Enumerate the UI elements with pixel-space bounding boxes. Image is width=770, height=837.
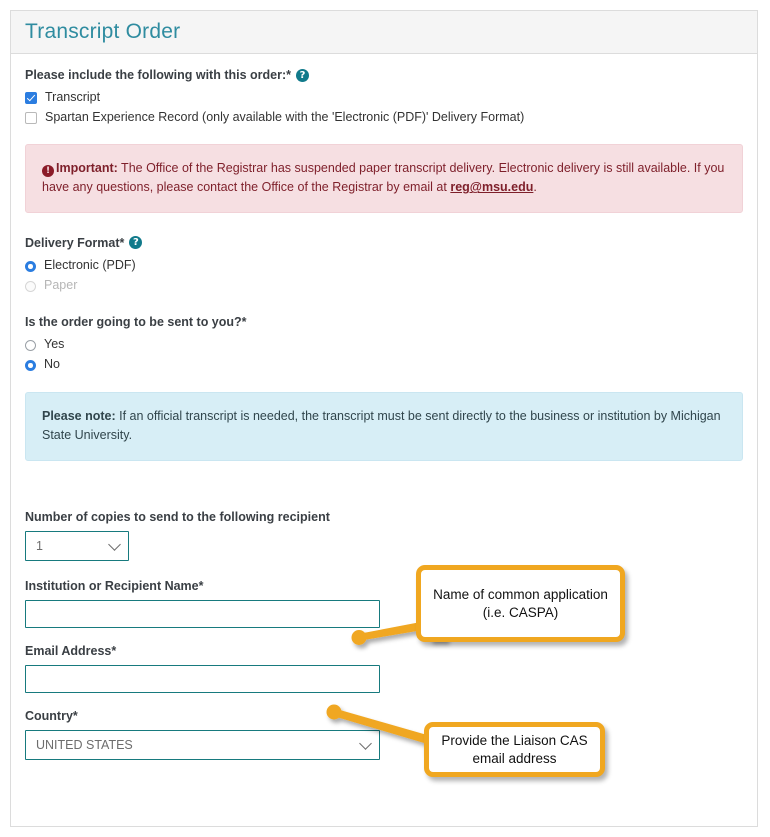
alert-please-note-strong: Please note: [42, 408, 116, 423]
radio-no-label: No [44, 356, 60, 371]
email-input[interactable] [25, 664, 380, 693]
radio-paper-label: Paper [44, 277, 78, 292]
chevron-down-icon-country [359, 736, 372, 750]
delivery-format-label: Delivery Format* ? [25, 236, 743, 250]
panel-body: Please include the following with this o… [11, 54, 757, 760]
alert-important: ! Important: The Office of the Registrar … [25, 144, 743, 213]
include-section-label-text: Please include the following with this o… [25, 68, 292, 82]
sent-to-you-label-text: Is the order going to be sent to you?* [25, 314, 247, 329]
country-label: Country* [25, 708, 78, 723]
country-select[interactable]: UNITED STATES [25, 729, 380, 760]
institution-input[interactable] [25, 599, 380, 628]
radio-no[interactable] [25, 359, 36, 371]
institution-label: Institution or Recipient Name* [25, 578, 204, 593]
sent-to-you-label: Is the order going to be sent to you?* [25, 315, 743, 329]
alert-important-text-before: The Office of the Registrar has suspende… [42, 161, 725, 195]
radio-electronic-pdf-label: Electronic (PDF) [44, 257, 136, 272]
alert-important-text-after: . [533, 180, 537, 195]
callout-institution-text: Name of common application (i.e. CASPA) [433, 586, 608, 620]
checkbox-transcript[interactable] [25, 92, 37, 104]
copies-label: Number of copies to send to the followin… [25, 509, 330, 524]
callout-email: Provide the Liaison CAS email address [424, 722, 605, 777]
checkbox-spartan-experience-record-label: Spartan Experience Record (only availabl… [45, 110, 525, 124]
radio-yes[interactable] [25, 339, 36, 351]
copies-select[interactable]: 1 [25, 530, 129, 561]
page-title: Transcript Order [25, 20, 181, 43]
checkbox-transcript-label: Transcript [45, 90, 101, 104]
alert-important-strong: Important: [56, 161, 118, 175]
include-section-label: Please include the following with this o… [25, 68, 743, 82]
checkbox-row-spartan-experience-record[interactable]: Spartan Experience Record (only availabl… [25, 110, 743, 124]
delivery-format-label-text: Delivery Format* [25, 235, 125, 250]
registrar-email-link[interactable]: reg@msu.edu [450, 180, 533, 194]
callout-institution: Name of common application (i.e. CASPA) [416, 565, 625, 642]
callout-email-text: Provide the Liaison CAS email address [441, 732, 588, 766]
radio-paper [25, 280, 36, 292]
email-label: Email Address* [25, 643, 117, 658]
help-circle-icon-delivery-format[interactable]: ? [129, 236, 143, 250]
radio-electronic-pdf[interactable] [25, 260, 36, 272]
chevron-down-icon-copies [108, 537, 121, 551]
alert-please-note-text: If an official transcript is needed, the… [42, 408, 721, 443]
transcript-order-panel: Transcript Order Please include the foll… [10, 10, 758, 827]
radio-yes-label: Yes [44, 336, 65, 351]
radio-row-yes[interactable]: Yes [25, 337, 743, 351]
country-select-value: UNITED STATES [36, 737, 133, 752]
checkbox-spartan-experience-record[interactable] [25, 112, 37, 124]
alert-please-note: Please note: If an official transcript i… [25, 391, 743, 461]
help-circle-icon-include[interactable]: ? [296, 68, 310, 82]
exclamation-circle-icon: ! [42, 165, 54, 177]
radio-row-no[interactable]: No [25, 357, 743, 371]
radio-row-electronic-pdf[interactable]: Electronic (PDF) [25, 258, 743, 272]
radio-row-paper: Paper [25, 278, 743, 292]
panel-header: Transcript Order [11, 10, 757, 54]
checkbox-row-transcript[interactable]: Transcript [25, 90, 743, 104]
copies-select-value: 1 [36, 538, 43, 553]
